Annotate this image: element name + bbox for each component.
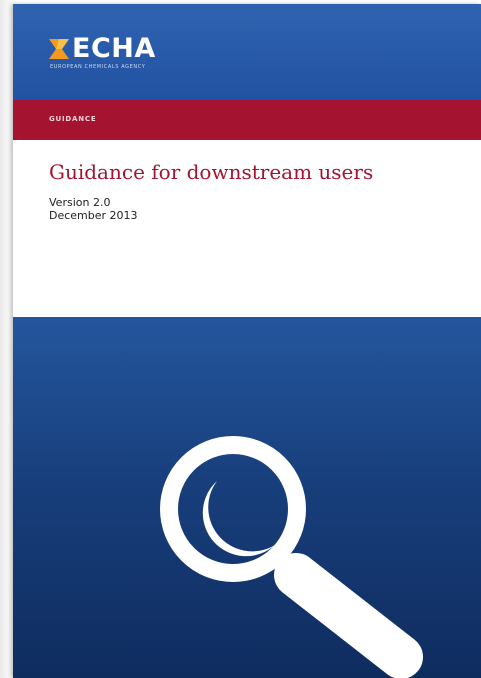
cover-illustration-panel [13,317,481,678]
cover-header: ECHA EUROPEAN CHEMICALS AGENCY [13,4,481,100]
logo-subtitle: EUROPEAN CHEMICALS AGENCY [50,64,146,70]
document-meta: Version 2.0 December 2013 [49,196,138,222]
magnifying-glass-icon [160,436,423,678]
category-label: GUIDANCE [49,115,97,123]
echa-logo: ECHA EUROPEAN CHEMICALS AGENCY [49,33,199,76]
document-version: Version 2.0 [49,196,111,209]
document-title: Guidance for downstream users [49,160,374,184]
echa-logo-mark-icon [49,39,69,59]
document-date: December 2013 [49,209,138,222]
logo-name: ECHA [72,33,156,64]
category-band: GUIDANCE [13,100,481,140]
document-cover: ECHA EUROPEAN CHEMICALS AGENCY GUIDANCE … [13,4,481,678]
